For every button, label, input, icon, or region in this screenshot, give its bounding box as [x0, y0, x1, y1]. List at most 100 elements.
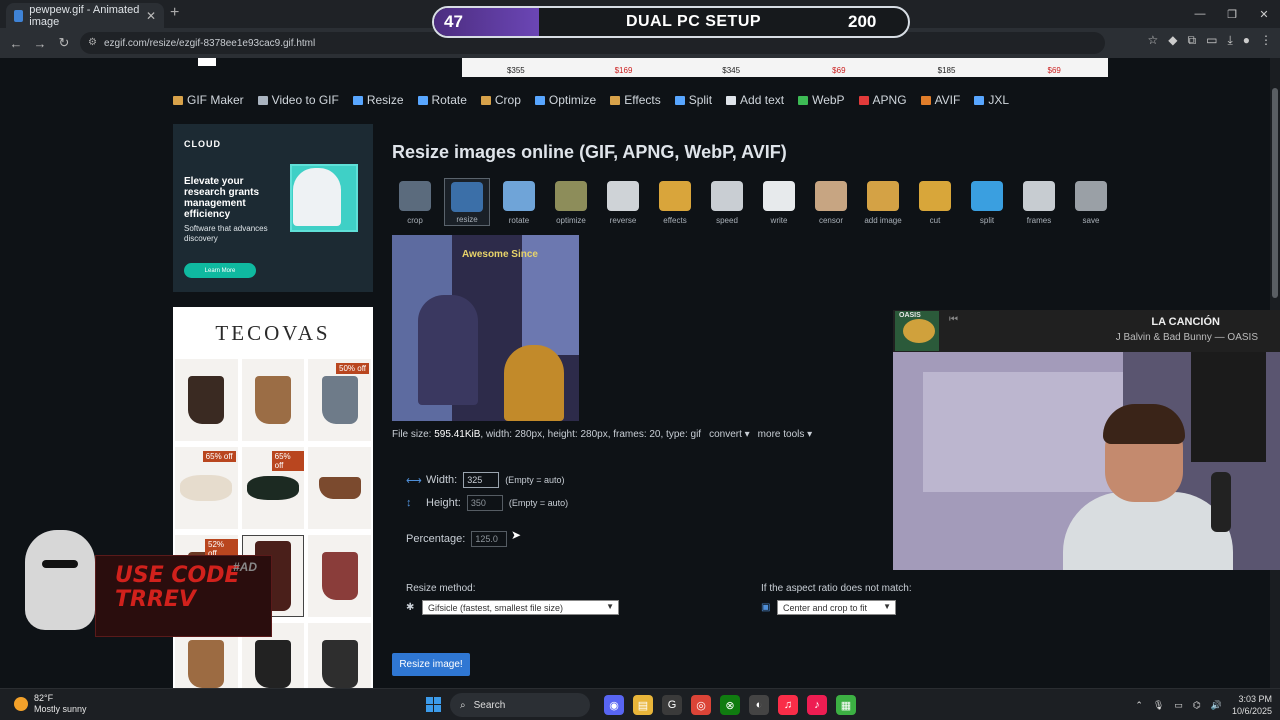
- maximize-icon[interactable]: ❐: [1216, 0, 1248, 28]
- nav-add-text[interactable]: Add text: [726, 93, 784, 107]
- rotate-tool-icon: [503, 181, 535, 211]
- discord-icon[interactable]: ◉: [604, 695, 624, 715]
- height-arrow-icon: ↕: [406, 497, 412, 509]
- taskbar-clock[interactable]: 3:03 PM 10/6/2025: [1232, 693, 1272, 717]
- ad-learn-more-button[interactable]: Learn More: [184, 263, 256, 278]
- microphone-icon[interactable]: 🎙: [1153, 700, 1164, 711]
- tool-cut[interactable]: cut: [912, 178, 958, 226]
- tool-optimize[interactable]: optimize: [548, 178, 594, 226]
- sidebar-icon[interactable]: ▭: [1206, 33, 1217, 48]
- video-icon: [257, 95, 268, 105]
- optimize-tool-icon: [555, 181, 587, 211]
- width-input[interactable]: 325: [463, 472, 500, 488]
- new-tab-icon[interactable]: +: [170, 4, 179, 22]
- boot-product[interactable]: [308, 623, 371, 688]
- hat-product[interactable]: 65% off: [241, 447, 305, 529]
- xbox-icon[interactable]: ⊗: [720, 695, 740, 715]
- file-size-label: File size:: [392, 429, 432, 440]
- preview-person: [418, 295, 478, 405]
- tool-crop[interactable]: crop: [392, 178, 438, 226]
- tab-favicon-icon: [14, 9, 24, 22]
- more-tools-dropdown[interactable]: more tools ▾: [758, 429, 812, 440]
- tray-chevron-icon[interactable]: ⌃: [1135, 700, 1143, 711]
- close-tab-icon[interactable]: ✕: [146, 9, 156, 23]
- ad-price: $69: [1047, 66, 1061, 75]
- tool-frames[interactable]: frames: [1016, 178, 1062, 226]
- tool-rotate[interactable]: rotate: [496, 178, 542, 226]
- boot-product[interactable]: [241, 359, 305, 441]
- nav-label: GIF Maker: [187, 93, 244, 107]
- tool-split[interactable]: split: [964, 178, 1010, 226]
- hat-image: [180, 475, 233, 501]
- research-grants-ad[interactable]: CLOUD Elevate your research grants manag…: [173, 124, 373, 292]
- tool-effects[interactable]: effects: [652, 178, 698, 226]
- boot-product[interactable]: [175, 359, 238, 441]
- resize-image-button[interactable]: Resize image!: [392, 653, 470, 676]
- nav-gif-maker[interactable]: GIF Maker: [173, 93, 244, 107]
- minecraft-icon[interactable]: ▦: [836, 695, 856, 715]
- chrome-icon[interactable]: ◎: [691, 695, 711, 715]
- download-icon[interactable]: ⤓: [1227, 33, 1232, 48]
- extensions-puzzle-icon[interactable]: ⧉: [1188, 33, 1197, 48]
- shoe-product[interactable]: [308, 447, 371, 529]
- song-title: LA CANCIÓN: [1151, 316, 1220, 328]
- rotate-icon: [417, 95, 428, 105]
- menu-icon[interactable]: ⋮: [1260, 33, 1272, 48]
- music-app-icon[interactable]: ♫: [778, 695, 798, 715]
- nav-optimize[interactable]: Optimize: [534, 93, 596, 107]
- nav-split[interactable]: Split: [674, 93, 712, 107]
- boot-product[interactable]: 50% off: [308, 359, 371, 441]
- volume-icon[interactable]: 🔊: [1211, 700, 1222, 711]
- close-window-icon[interactable]: ✕: [1248, 0, 1280, 28]
- browser-tab[interactable]: pewpew.gif - Animated image ✕: [6, 3, 164, 28]
- nav-rotate[interactable]: Rotate: [417, 93, 467, 107]
- nav-webp[interactable]: WebP: [798, 93, 845, 107]
- taskbar-search[interactable]: ⌕ Search: [450, 693, 590, 717]
- nav-avif[interactable]: AVIF: [920, 93, 960, 107]
- height-input[interactable]: 350: [466, 495, 503, 511]
- tool-save[interactable]: save: [1068, 178, 1114, 226]
- weather-widget[interactable]: 82°F Mostly sunny: [14, 693, 87, 715]
- start-button-icon[interactable]: [426, 697, 441, 712]
- site-info-icon[interactable]: ⚙: [88, 37, 97, 48]
- stream-goal-banner: 47 DUAL PC SETUP 200: [432, 6, 910, 38]
- file-info: File size: 595.41KiB, width: 280px, heig…: [392, 429, 812, 440]
- top-ad-banner[interactable]: $355 $169 $345 $69 $185 $69: [462, 58, 1108, 77]
- sun-icon: [14, 697, 28, 711]
- tool-censor[interactable]: censor: [808, 178, 854, 226]
- percentage-input[interactable]: 125.0: [471, 531, 508, 547]
- scrollbar-thumb[interactable]: [1272, 88, 1278, 298]
- tool-label: save: [1082, 216, 1100, 225]
- boot-product[interactable]: [308, 535, 371, 617]
- file-explorer-icon[interactable]: ▤: [633, 695, 653, 715]
- tool-write[interactable]: write: [756, 178, 802, 226]
- save-tool-icon: [1075, 181, 1107, 211]
- tiktok-icon[interactable]: ♪: [807, 695, 827, 715]
- network-icon[interactable]: ⌬: [1193, 700, 1201, 711]
- tool-speed[interactable]: speed: [704, 178, 750, 226]
- nav-apng[interactable]: APNG: [858, 93, 907, 107]
- minimize-icon[interactable]: —: [1184, 0, 1216, 28]
- extension-icon[interactable]: ◆: [1168, 33, 1177, 48]
- tool-resize[interactable]: resize: [444, 178, 490, 226]
- resize-method-select[interactable]: Gifsicle (fastest, smallest file size) ▼: [422, 600, 619, 615]
- tool-reverse[interactable]: reverse: [600, 178, 646, 226]
- aspect-ratio-select[interactable]: Center and crop to fit ▼: [777, 600, 896, 615]
- tool-add-image[interactable]: add image: [860, 178, 906, 226]
- bookmark-star-icon[interactable]: ☆: [1148, 33, 1159, 48]
- discount-badge: 65% off: [202, 451, 236, 462]
- nav-video-to-gif[interactable]: Video to GIF: [257, 93, 339, 107]
- convert-dropdown[interactable]: convert ▾: [709, 429, 750, 440]
- forward-icon[interactable]: →: [28, 36, 52, 51]
- nav-resize[interactable]: Resize: [352, 93, 404, 107]
- profile-avatar-icon[interactable]: ●: [1243, 33, 1250, 48]
- reload-icon[interactable]: ↻: [52, 35, 76, 51]
- obs-icon[interactable]: ◐: [749, 695, 769, 715]
- hat-product[interactable]: 65% off: [175, 447, 238, 529]
- nav-jxl[interactable]: JXL: [974, 93, 1009, 107]
- back-icon[interactable]: ←: [4, 36, 28, 51]
- display-icon[interactable]: ▭: [1174, 700, 1183, 711]
- nav-crop[interactable]: Crop: [480, 93, 521, 107]
- capcut-icon[interactable]: G: [662, 695, 682, 715]
- nav-effects[interactable]: Effects: [610, 93, 661, 107]
